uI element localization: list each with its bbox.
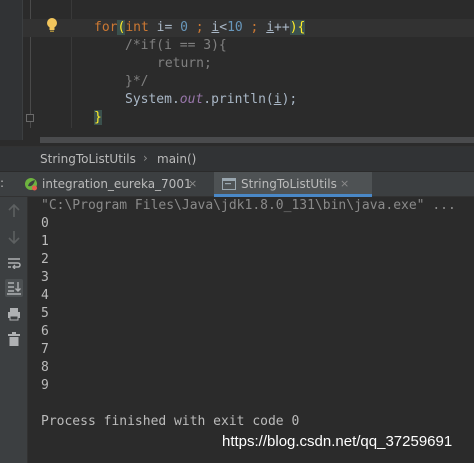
lightbulb-icon[interactable] xyxy=(46,17,58,37)
close-icon[interactable]: × xyxy=(188,177,197,190)
code-line-for[interactable]: for(int i= 0 ; i<10 ; i++){ xyxy=(94,19,306,37)
code-text: ; xyxy=(242,20,267,35)
close-icon[interactable]: × xyxy=(340,177,349,190)
code-text: ++ xyxy=(274,20,290,35)
console-toolbar xyxy=(0,197,28,463)
console-output-line: 1 xyxy=(41,234,49,249)
tab-label: StringToListUtils xyxy=(241,177,337,191)
tab-label: integration_eureka_7001 xyxy=(42,177,192,191)
keyword: for xyxy=(94,20,118,35)
up-arrow-icon[interactable] xyxy=(5,202,23,220)
variable: i xyxy=(266,20,275,35)
editor-horizontal-scrollbar[interactable] xyxy=(40,137,474,143)
code-line-println[interactable]: System.out.println(i); xyxy=(125,91,297,109)
console-output[interactable]: "C:\Program Files\Java\jdk1.8.0_131\bin\… xyxy=(28,197,474,463)
breadcrumb-separator: › xyxy=(143,151,148,165)
code-text: ; xyxy=(187,20,212,35)
tab-integration-eureka[interactable]: integration_eureka_7001 × xyxy=(18,172,214,197)
console-output-line: 5 xyxy=(41,306,49,321)
watermark-text: https://blog.csdn.net/qq_37259691 xyxy=(222,433,453,450)
trash-icon[interactable] xyxy=(5,330,23,348)
code-line-comment[interactable]: /*if(i == 3){ xyxy=(125,37,227,55)
breadcrumb-method[interactable]: main() xyxy=(157,152,196,166)
console-output-line: 0 xyxy=(41,216,49,231)
fold-marker-icon[interactable] xyxy=(26,114,34,122)
code-text: < xyxy=(219,20,228,35)
number-literal: 0 xyxy=(180,20,188,35)
soft-wrap-icon[interactable] xyxy=(5,254,23,272)
tabs-overflow-marker: : xyxy=(0,176,5,190)
down-arrow-icon[interactable] xyxy=(5,228,23,246)
matched-brace: { xyxy=(297,20,306,35)
editor-gutter xyxy=(0,0,22,140)
console-output-line: 6 xyxy=(41,324,49,339)
code-text: .println( xyxy=(203,92,274,107)
static-field: out xyxy=(179,92,204,107)
run-tabs-bar: : integration_eureka_7001 × StringToList… xyxy=(0,172,474,197)
code-line-comment[interactable]: }*/ xyxy=(125,73,148,91)
code-editor[interactable]: for(int i= 0 ; i<10 ; i++){ /*if(i == 3)… xyxy=(0,0,474,143)
console-output-line: 2 xyxy=(41,252,49,267)
console-output-line: 8 xyxy=(41,360,49,375)
keyword: int xyxy=(125,20,149,35)
console-output-line: 7 xyxy=(41,342,49,357)
console-command-line: "C:\Program Files\Java\jdk1.8.0_131\bin\… xyxy=(41,198,456,213)
console-exit-message: Process finished with exit code 0 xyxy=(41,414,300,429)
console-app-icon xyxy=(222,178,236,193)
breadcrumb-class[interactable]: StringToListUtils xyxy=(40,152,136,166)
code-text: ); xyxy=(281,92,298,107)
console-output-line: 4 xyxy=(41,288,49,303)
matched-brace: } xyxy=(94,110,102,125)
variable: i xyxy=(273,92,282,107)
code-line-comment[interactable]: return; xyxy=(157,55,212,73)
tab-string-to-list-utils[interactable]: StringToListUtils × xyxy=(214,172,372,197)
code-text: System. xyxy=(125,92,180,107)
scroll-to-end-icon[interactable] xyxy=(5,279,23,297)
number-literal: 10 xyxy=(227,20,243,35)
code-text: i= xyxy=(148,20,181,35)
breadcrumb: StringToListUtils › main() xyxy=(0,146,474,172)
matched-paren: ) xyxy=(289,20,298,35)
code-line-close[interactable]: } xyxy=(94,109,102,127)
spring-boot-icon xyxy=(24,177,38,194)
console-output-line: 9 xyxy=(41,378,49,393)
console-output-line: 3 xyxy=(41,270,49,285)
print-icon[interactable] xyxy=(5,305,23,323)
